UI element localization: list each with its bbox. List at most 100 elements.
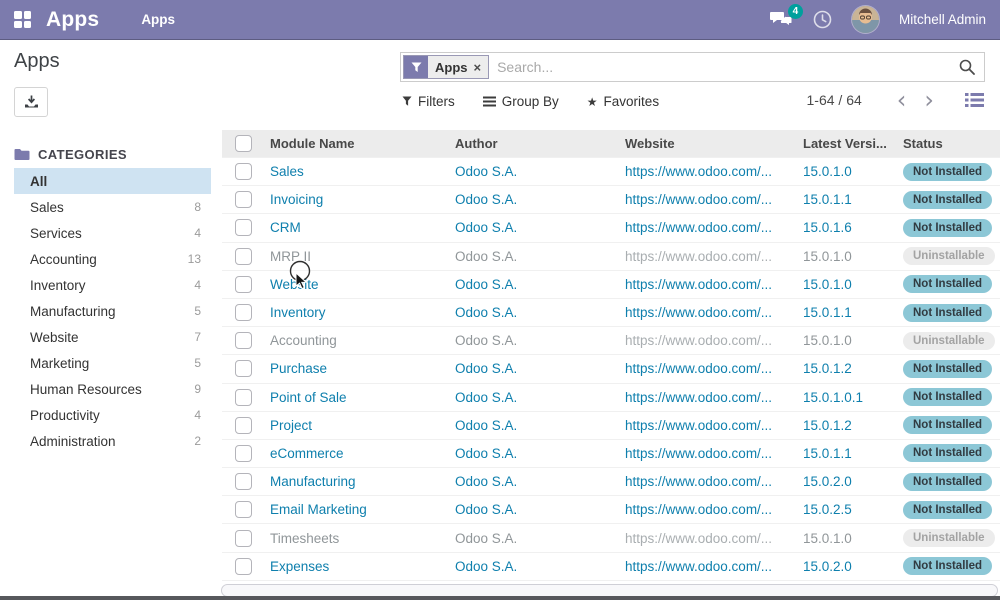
author-text[interactable]: Odoo S.A. — [455, 361, 517, 376]
row-checkbox[interactable] — [235, 191, 252, 208]
category-item-manufacturing[interactable]: Manufacturing5 — [14, 298, 211, 324]
search-input[interactable] — [489, 59, 959, 75]
row-checkbox[interactable] — [235, 304, 252, 321]
column-header-latest-version[interactable]: Latest Versi... — [795, 136, 895, 151]
version-text[interactable]: 15.0.1.0 — [803, 277, 852, 292]
table-row[interactable]: Sales Odoo S.A. https://www.odoo.com/... 15… — [222, 157, 1000, 185]
row-checkbox[interactable] — [235, 417, 252, 434]
author-text[interactable]: Odoo S.A. — [455, 390, 517, 405]
favorites-button[interactable]: ★ Favorites — [587, 94, 659, 109]
search-icon[interactable] — [959, 59, 975, 75]
module-name-link[interactable]: Purchase — [270, 361, 327, 376]
table-row[interactable]: Website Odoo S.A. https://www.odoo.com/...… — [222, 270, 1000, 298]
table-row[interactable]: TimesheetsOdoo S.A.https://www.odoo.com/… — [222, 523, 1000, 551]
category-item-sales[interactable]: Sales8 — [14, 194, 211, 220]
messages-button[interactable]: 4 — [770, 11, 793, 28]
category-item-inventory[interactable]: Inventory4 — [14, 272, 211, 298]
website-link[interactable]: https://www.odoo.com/... — [625, 531, 772, 546]
category-item-productivity[interactable]: Productivity4 — [14, 402, 211, 428]
row-checkbox[interactable] — [235, 248, 252, 265]
website-link[interactable]: https://www.odoo.com/... — [625, 474, 772, 489]
version-text[interactable]: 15.0.2.5 — [803, 502, 852, 517]
author-text[interactable]: Odoo S.A. — [455, 192, 517, 207]
category-item-all[interactable]: All — [14, 168, 211, 194]
website-link[interactable]: https://www.odoo.com/... — [625, 333, 772, 348]
website-link[interactable]: https://www.odoo.com/... — [625, 446, 772, 461]
table-row[interactable]: Manufacturing Odoo S.A. https://www.odoo.c… — [222, 467, 1000, 495]
category-item-website[interactable]: Website7 — [14, 324, 211, 350]
version-text[interactable]: 15.0.2.0 — [803, 559, 852, 574]
version-text[interactable]: 15.0.2.0 — [803, 474, 852, 489]
row-checkbox[interactable] — [235, 389, 252, 406]
author-text[interactable]: Odoo S.A. — [455, 418, 517, 433]
column-header-status[interactable]: Status — [895, 136, 1000, 151]
row-checkbox[interactable] — [235, 445, 252, 462]
row-checkbox[interactable] — [235, 558, 252, 575]
module-name-link[interactable]: Email Marketing — [270, 502, 367, 517]
author-text[interactable]: Odoo S.A. — [455, 305, 517, 320]
column-header-website[interactable]: Website — [617, 136, 795, 151]
module-name-link[interactable]: Website — [270, 277, 319, 292]
pager-next-button[interactable]: › — [915, 90, 943, 110]
activities-clock-icon[interactable] — [813, 10, 832, 29]
category-item-accounting[interactable]: Accounting13 — [14, 246, 211, 272]
category-item-services[interactable]: Services4 — [14, 220, 211, 246]
row-checkbox[interactable] — [235, 501, 252, 518]
version-text[interactable]: 15.0.1.2 — [803, 418, 852, 433]
category-item-administration[interactable]: Administration2 — [14, 428, 211, 454]
row-checkbox[interactable] — [235, 530, 252, 547]
user-name[interactable]: Mitchell Admin — [899, 12, 986, 27]
select-all-checkbox[interactable] — [235, 135, 252, 152]
module-name-link[interactable]: Inventory — [270, 305, 326, 320]
author-text[interactable]: Odoo S.A. — [455, 277, 517, 292]
website-link[interactable]: https://www.odoo.com/... — [625, 418, 772, 433]
table-row[interactable]: Point of Sale Odoo S.A. https://www.odoo.c… — [222, 383, 1000, 411]
website-link[interactable]: https://www.odoo.com/... — [625, 277, 772, 292]
author-text[interactable]: Odoo S.A. — [455, 164, 517, 179]
user-avatar[interactable] — [852, 6, 879, 33]
version-text[interactable]: 15.0.1.1 — [803, 192, 852, 207]
column-header-author[interactable]: Author — [447, 136, 617, 151]
group-by-button[interactable]: Group By — [483, 94, 559, 109]
category-item-human-resources[interactable]: Human Resources9 — [14, 376, 211, 402]
website-link[interactable]: https://www.odoo.com/... — [625, 390, 772, 405]
website-link[interactable]: https://www.odoo.com/... — [625, 164, 772, 179]
table-row[interactable]: CRM Odoo S.A. https://www.odoo.com/... 15.0… — [222, 213, 1000, 241]
author-text[interactable]: Odoo S.A. — [455, 446, 517, 461]
module-name-link[interactable]: Manufacturing — [270, 474, 356, 489]
module-name-link[interactable]: Expenses — [270, 559, 329, 574]
table-row[interactable]: eCommerce Odoo S.A. https://www.odoo.com/.… — [222, 439, 1000, 467]
version-text[interactable]: 15.0.1.1 — [803, 305, 852, 320]
table-row[interactable]: Email MarketingOdoo S.A.https://www.odoo… — [222, 495, 1000, 523]
version-text[interactable]: 15.0.1.1 — [803, 446, 852, 461]
website-link[interactable]: https://www.odoo.com/... — [625, 249, 772, 264]
table-row[interactable]: ProjectOdoo S.A.https://www.odoo.com/...… — [222, 411, 1000, 439]
filters-button[interactable]: Filters — [402, 94, 455, 109]
module-name-link[interactable]: eCommerce — [270, 446, 344, 461]
version-text[interactable]: 15.0.1.0 — [803, 164, 852, 179]
website-link[interactable]: https://www.odoo.com/... — [625, 361, 772, 376]
row-checkbox[interactable] — [235, 473, 252, 490]
column-header-module-name[interactable]: Module Name — [262, 136, 447, 151]
row-checkbox[interactable] — [235, 332, 252, 349]
module-name-link[interactable]: Sales — [270, 164, 304, 179]
author-text[interactable]: Odoo S.A. — [455, 502, 517, 517]
facet-remove-icon[interactable]: × — [474, 60, 482, 75]
row-checkbox[interactable] — [235, 276, 252, 293]
row-checkbox[interactable] — [235, 360, 252, 377]
module-name-link[interactable]: Point of Sale — [270, 390, 347, 405]
version-text[interactable]: 15.0.1.0.1 — [803, 390, 863, 405]
website-link[interactable]: https://www.odoo.com/... — [625, 192, 772, 207]
version-text[interactable]: 15.0.1.6 — [803, 220, 852, 235]
row-checkbox[interactable] — [235, 219, 252, 236]
module-name-link[interactable]: CRM — [270, 220, 301, 235]
apps-menu-icon[interactable] — [14, 11, 31, 28]
version-text[interactable]: 15.0.1.2 — [803, 361, 852, 376]
author-text[interactable]: Odoo S.A. — [455, 474, 517, 489]
website-link[interactable]: https://www.odoo.com/... — [625, 220, 772, 235]
table-row[interactable]: ExpensesOdoo S.A.https://www.odoo.com/..… — [222, 552, 1000, 580]
upload-module-button[interactable] — [14, 87, 48, 117]
author-text[interactable]: Odoo S.A. — [455, 220, 517, 235]
table-row[interactable]: InventoryOdoo S.A.https://www.odoo.com/.… — [222, 298, 1000, 326]
row-checkbox[interactable] — [235, 163, 252, 180]
